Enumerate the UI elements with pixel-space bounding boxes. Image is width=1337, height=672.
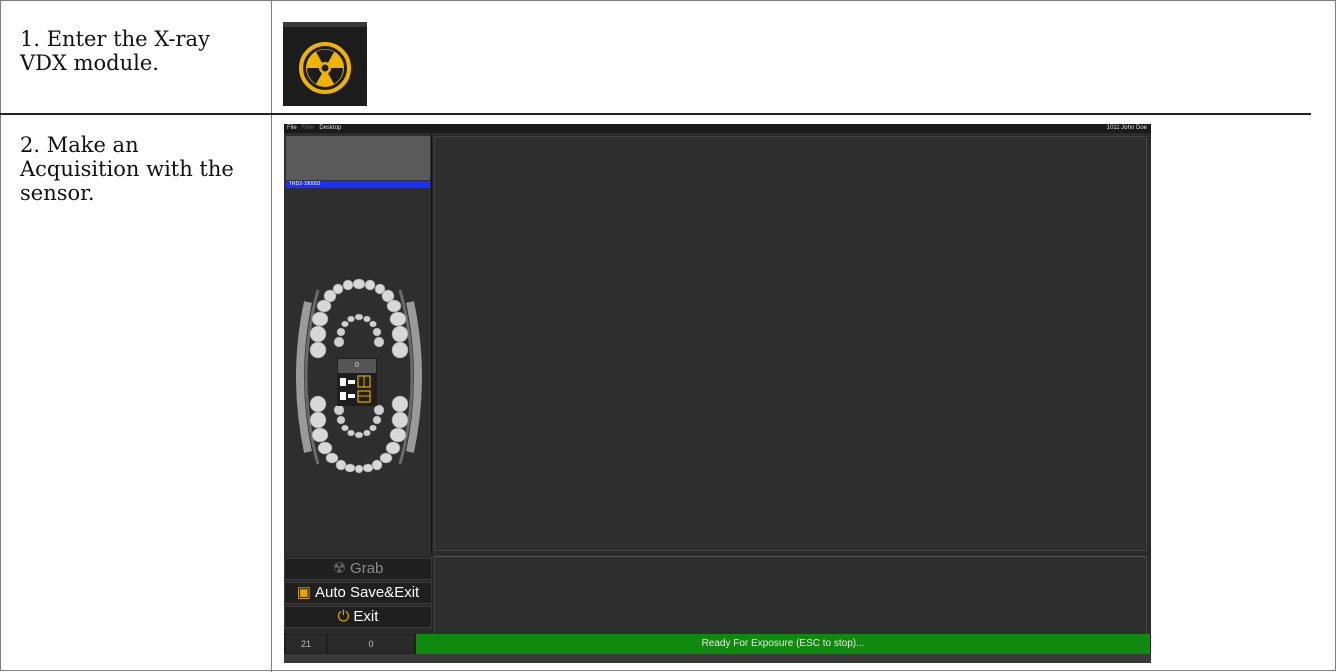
auto-save-exit-label: Auto Save&Exit (314, 584, 420, 601)
tooth-counter: 0 (338, 359, 376, 373)
thumbnail-area (286, 136, 430, 180)
sensor-list-item[interactable]: TRD2-190003 (286, 181, 430, 188)
row-divider (0, 113, 1311, 115)
auto-save-exit-button[interactable]: ▣ Auto Save&Exit (284, 582, 432, 604)
save-icon: ▣ (296, 584, 311, 601)
tooth-selector[interactable]: 0 (337, 358, 377, 406)
patient-name: 1011 John Doe (1106, 125, 1147, 131)
thumbnail-strip (434, 556, 1147, 640)
radiation-icon (299, 42, 351, 94)
status-field-a: 21 (286, 635, 326, 653)
left-panel: TRD2-190003 0 (284, 134, 432, 554)
radiation-icon: ☢ (332, 560, 347, 577)
instruction-table: 1. Enter the X-ray VDX module. 2. Make a… (0, 0, 1337, 672)
power-icon: ⏻ (337, 608, 350, 625)
grab-button[interactable]: ☢ Grab (284, 558, 432, 580)
image-viewer[interactable] (434, 136, 1147, 551)
step-2-text: 2. Make an Acquisition with the sensor. (20, 133, 234, 205)
exit-label: Exit (353, 608, 379, 625)
sensor-orientation-icons[interactable] (337, 374, 377, 406)
step-1-text: 1. Enter the X-ray VDX module. (20, 27, 210, 75)
status-field-b: 0 (328, 635, 414, 653)
exit-button[interactable]: ⏻ Exit (284, 606, 432, 628)
status-bar: 21 0 Ready For Exposure (ESC to stop)... (284, 634, 1151, 654)
column-divider (271, 0, 272, 672)
menu-desktop[interactable]: Desktop (319, 125, 341, 131)
menu-file[interactable]: File (287, 125, 297, 131)
ready-status-message: Ready For Exposure (ESC to stop)... (416, 634, 1150, 654)
menu-bar: File Filter Desktop 1011 John Doe (284, 124, 1151, 133)
grab-label: Grab (350, 560, 384, 577)
xray-module-button[interactable] (283, 22, 367, 106)
bottom-strip (284, 654, 1151, 663)
sensor-label: TRD2-190003 (289, 181, 321, 187)
menu-filter[interactable]: Filter (301, 125, 314, 131)
vdx-app-screenshot: File Filter Desktop 1011 John Doe TRD2-1… (284, 124, 1151, 663)
